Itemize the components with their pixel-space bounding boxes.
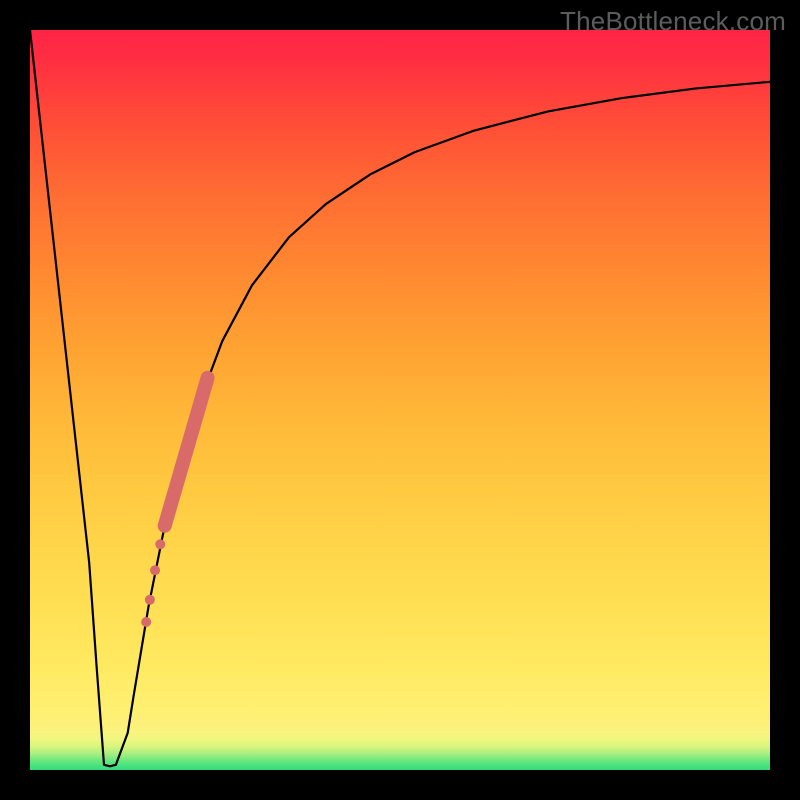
highlight-thick-segment	[165, 378, 208, 526]
highlight-dot	[141, 617, 151, 627]
plot-area	[30, 30, 770, 770]
chart-frame: TheBottleneck.com	[0, 0, 800, 800]
highlight-dot	[145, 595, 155, 605]
highlight-dot	[150, 565, 160, 575]
watermark-text: TheBottleneck.com	[560, 6, 786, 37]
curve-layer	[30, 30, 770, 770]
v-curve-path	[30, 30, 770, 766]
highlight-dot	[155, 539, 165, 549]
